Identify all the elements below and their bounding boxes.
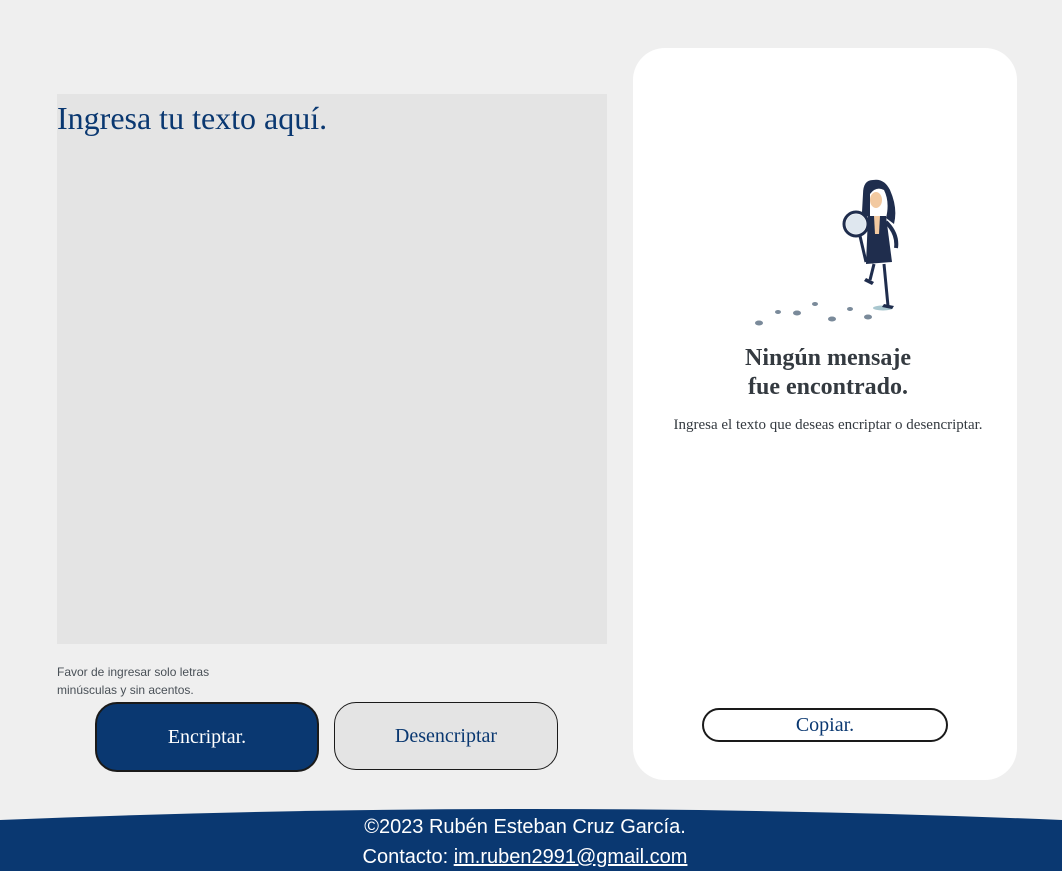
footer: ©2023 Rubén Esteban Cruz García. Contact… [0,808,1062,871]
contact-email-link[interactable]: im.ruben2991@gmail.com [454,846,688,868]
empty-message-title: Ningún mensaje fue encontrado. [633,344,1023,402]
output-panel: Ningún mensaje fue encontrado. Ingresa e… [633,48,1017,780]
empty-title-line1: Ningún mensaje [744,345,912,371]
footer-copyright: ©2023 Rubén Esteban Cruz García. [364,816,686,838]
input-hint: Favor de ingresar solo letras minúsculas… [57,665,210,697]
footer-contact-label: Contacto: [362,846,454,868]
message-textarea[interactable] [57,94,607,644]
detective-girl-magnifier-icon [748,172,908,332]
empty-message-subtitle: Ingresa el texto que deseas encriptar o … [673,417,983,433]
text-input-area [57,94,607,644]
encrypt-button[interactable]: Encriptar. [95,702,319,772]
copy-button[interactable]: Copiar. [702,708,948,742]
footer-contact: Contacto: im.ruben2991@gmail.com [0,846,1050,869]
decrypt-button[interactable]: Desencriptar [334,702,558,770]
empty-title-line2: fue encontrado. [748,374,908,400]
